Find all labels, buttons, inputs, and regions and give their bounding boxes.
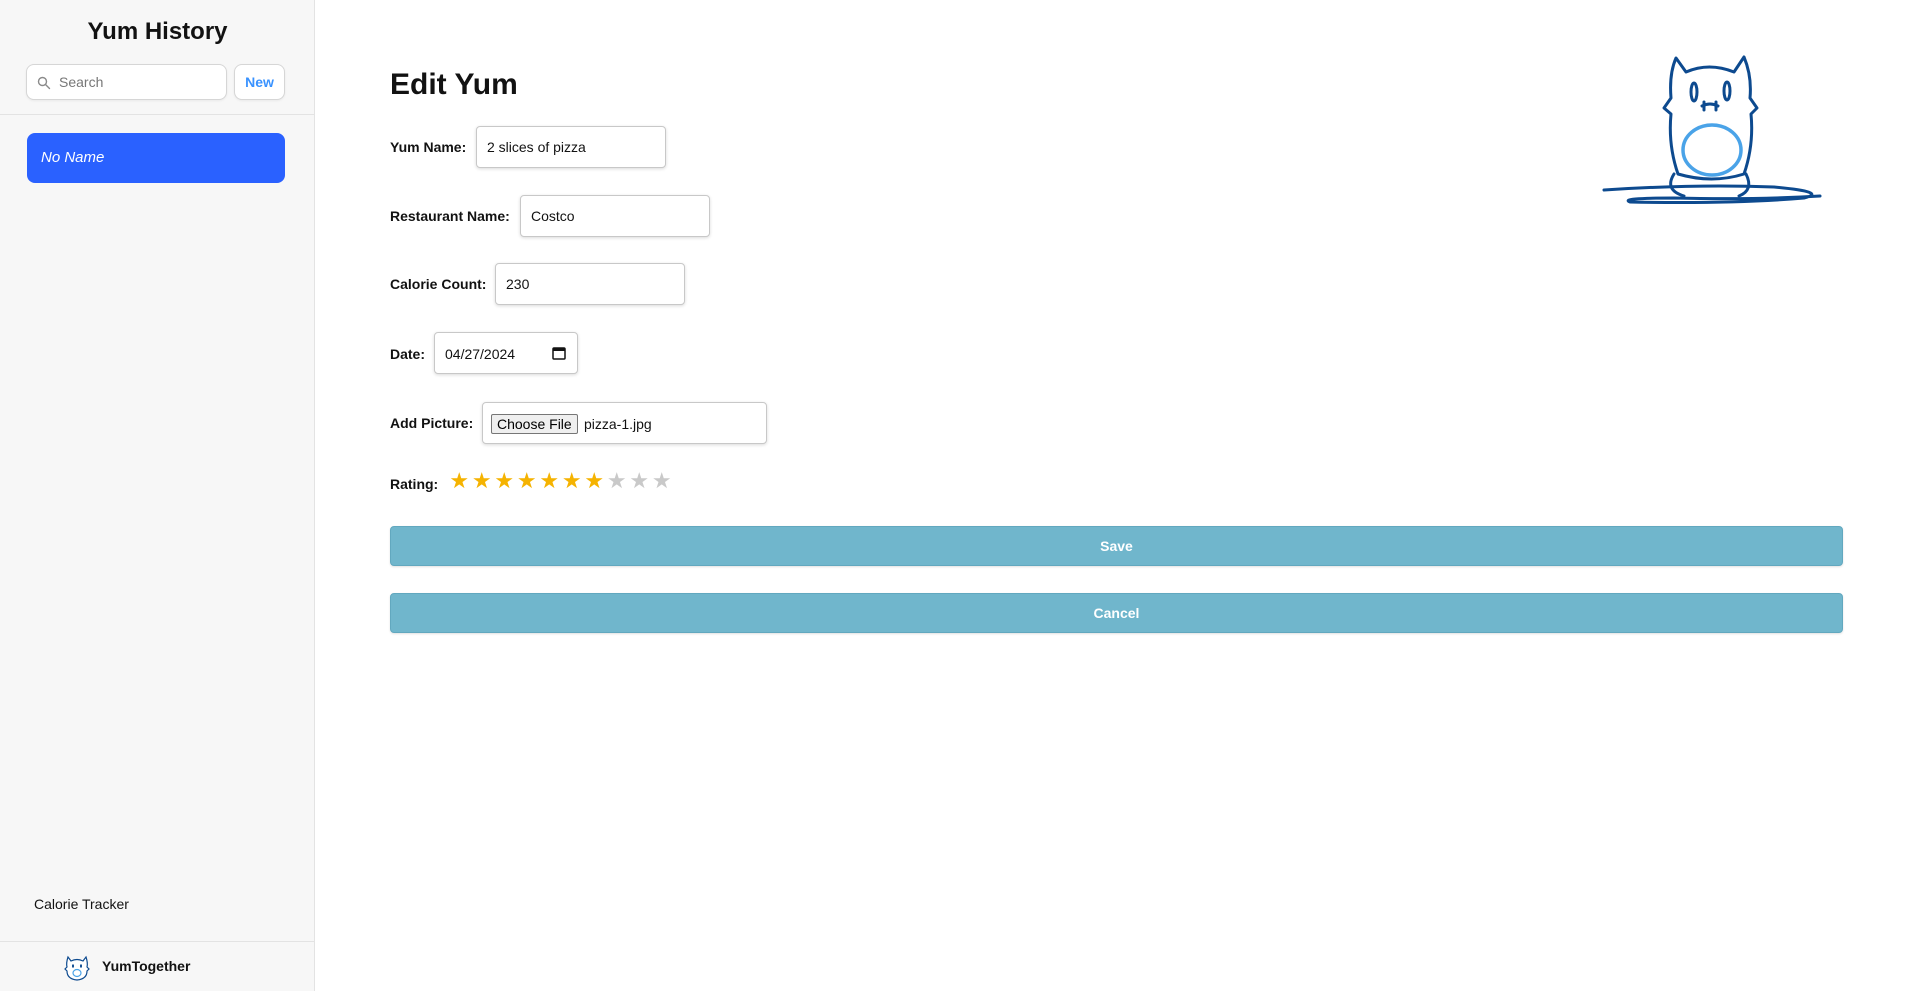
sidebar-bottom-divider [0,941,315,942]
restaurant-name-label: Restaurant Name: [390,208,510,224]
star-icon[interactable]: ★ [606,469,629,495]
date-input[interactable]: 04/27/2024 [434,332,578,374]
rating-label: Rating: [390,476,439,492]
brand-name: YumTogether [102,958,191,974]
star-icon[interactable]: ★ [493,469,516,495]
star-icon[interactable]: ★ [561,469,584,495]
restaurant-name-input[interactable] [520,195,710,237]
sidebar-item-no-name[interactable]: No Name [27,133,285,183]
rating-stars[interactable]: ★ ★ ★ ★ ★ ★ ★ ★ ★ ★ [448,469,673,495]
yum-name-input[interactable] [476,126,666,168]
mascot-logo-icon [64,955,90,981]
file-input[interactable]: Choose File pizza-1.jpg [482,402,767,444]
calorie-count-label: Calorie Count: [390,276,487,292]
search-icon [37,76,51,90]
star-icon[interactable]: ★ [471,469,494,495]
file-name: pizza-1.jpg [584,416,652,432]
date-label: Date: [390,346,426,362]
star-icon[interactable]: ★ [516,469,539,495]
new-button[interactable]: New [234,64,285,100]
star-icon[interactable]: ★ [651,469,674,495]
search-input[interactable] [55,65,223,99]
add-picture-label: Add Picture: [390,415,474,431]
save-button[interactable]: Save [390,526,1843,566]
calorie-tracker-link[interactable]: Calorie Tracker [34,896,129,912]
date-value: 04/27/2024 [445,346,516,362]
cancel-button[interactable]: Cancel [390,593,1843,633]
yum-name-label: Yum Name: [390,139,467,155]
sidebar: Yum History New No Name Calorie Tracker … [0,0,315,991]
star-icon[interactable]: ★ [583,469,606,495]
mascot-illustration [1602,55,1822,204]
main-content: Edit Yum Yum Name: Restaurant Name: Calo… [316,0,1917,991]
star-icon[interactable]: ★ [448,469,471,495]
search-box[interactable] [26,64,227,100]
star-icon[interactable]: ★ [538,469,561,495]
calorie-count-input[interactable] [495,263,685,305]
sidebar-divider [0,114,315,115]
sidebar-title: Yum History [87,18,228,45]
choose-file-button[interactable]: Choose File [491,414,578,434]
calendar-icon[interactable] [552,346,566,360]
page-title: Edit Yum [390,68,518,101]
star-icon[interactable]: ★ [628,469,651,495]
